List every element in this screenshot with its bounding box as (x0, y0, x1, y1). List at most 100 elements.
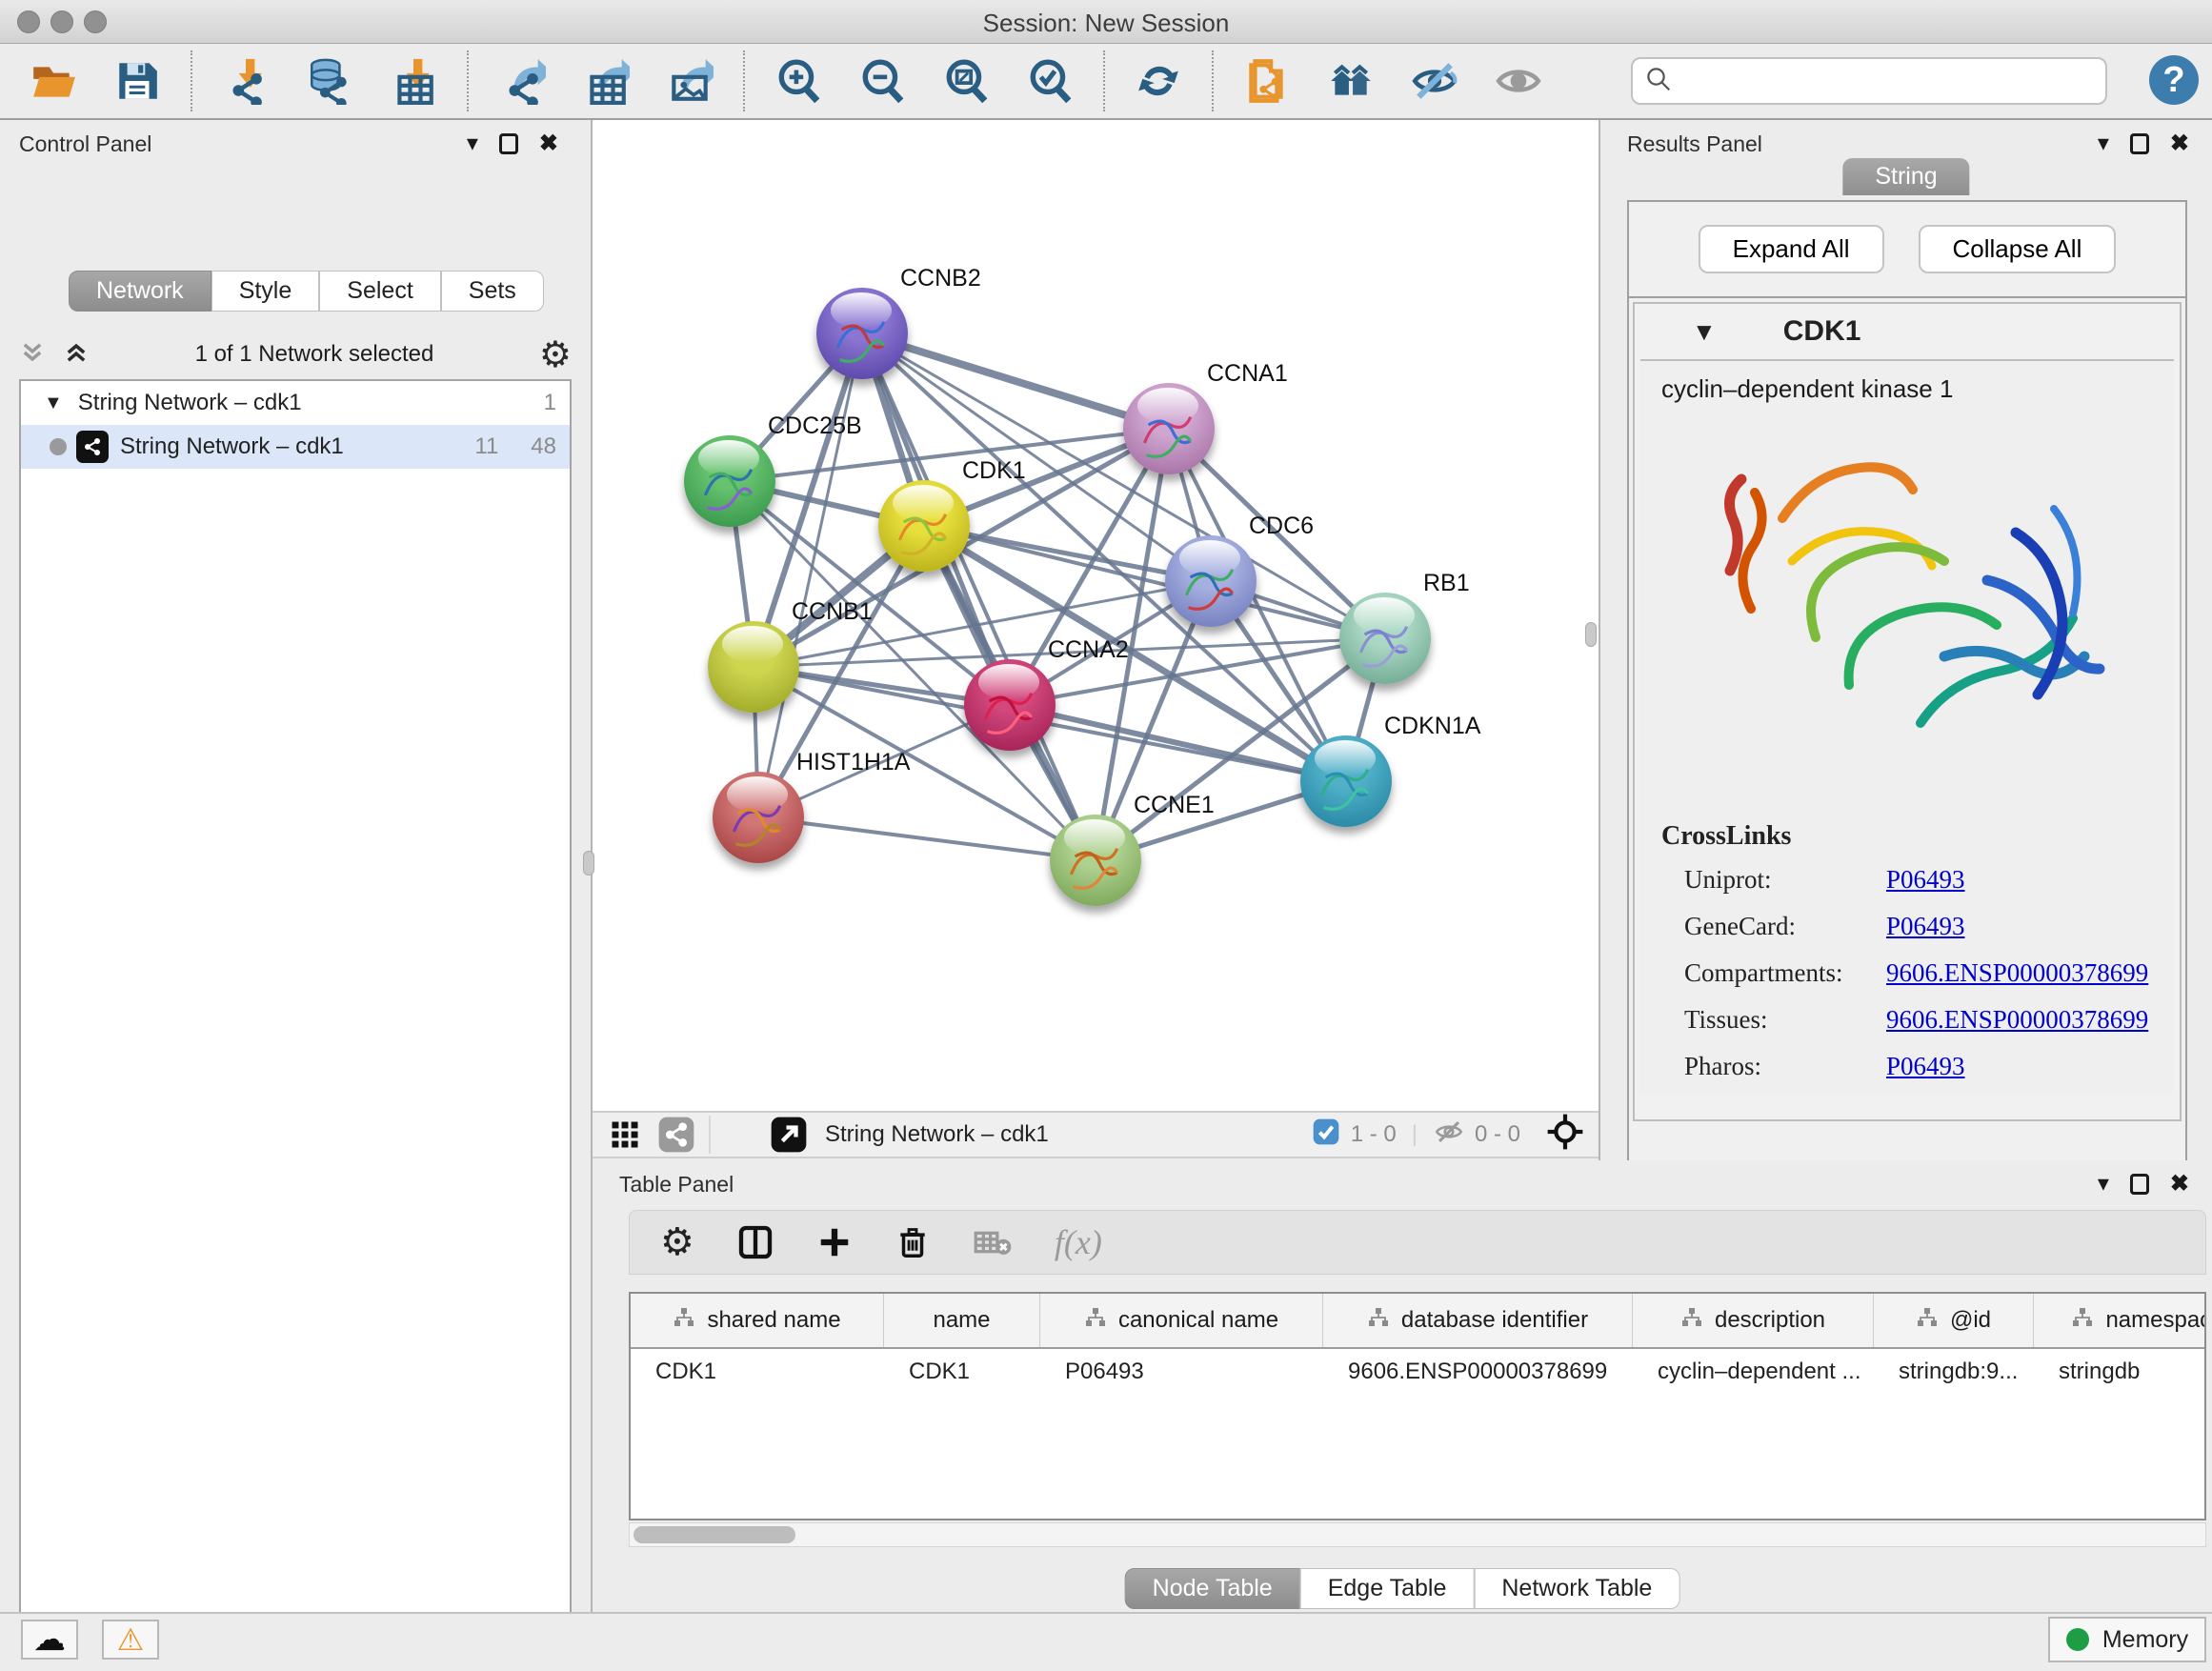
import-network-icon[interactable] (221, 56, 271, 106)
float-panel-icon[interactable] (499, 133, 518, 154)
memory-button[interactable]: Memory (2048, 1617, 2206, 1662)
crosslink-link[interactable]: P06493 (1886, 865, 1965, 895)
zoom-out-icon[interactable] (857, 56, 907, 106)
column-header-canonical-name[interactable]: canonical name (1040, 1294, 1323, 1347)
network-view-canvas[interactable]: CCNB2CCNA1CDC25BCDK1CDC6RB1CCNB1CCNA2CDK… (593, 120, 1599, 1111)
toolbar-group (192, 56, 467, 106)
tab-select[interactable]: Select (319, 271, 440, 312)
node-CCNB1[interactable] (708, 621, 799, 713)
panel-menu-icon[interactable]: ▾ (467, 130, 478, 157)
warnings-button[interactable]: ⚠ (102, 1620, 159, 1660)
refresh-icon[interactable] (1134, 56, 1183, 106)
column-type-icon (673, 1306, 695, 1336)
column-header-label: canonical name (1118, 1307, 1278, 1334)
crosslink-link[interactable]: P06493 (1886, 912, 1965, 941)
crosslink-label: Compartments: (1684, 958, 1886, 988)
table-menu-icon[interactable]: ▾ (2098, 1170, 2109, 1198)
selected-checkbox-icon[interactable] (1311, 1117, 1341, 1154)
close-panel-icon[interactable]: ✖ (539, 130, 558, 157)
node-attribute-table: shared namename canonical name database id… (629, 1292, 2206, 1520)
hide-selected-icon[interactable] (1410, 56, 1459, 106)
export-network-icon[interactable] (497, 56, 547, 106)
cloud-button[interactable]: ☁ (21, 1620, 78, 1660)
node-CCNA1[interactable] (1123, 383, 1215, 474)
table-row[interactable]: CDK1CDK1P064939606.ENSP00000378699cyclin… (631, 1349, 2204, 1395)
node-CDC25B[interactable] (684, 435, 775, 527)
table-options-gear-icon[interactable]: ⚙ (660, 1220, 694, 1264)
tab-edge-table[interactable]: Edge Table (1300, 1568, 1475, 1609)
import-database-icon[interactable] (305, 56, 354, 106)
results-float-icon[interactable] (2130, 133, 2149, 154)
tab-sets[interactable]: Sets (441, 271, 544, 312)
help-button[interactable]: ? (2149, 55, 2199, 105)
column-header-description[interactable]: description (1633, 1294, 1874, 1347)
network-options-gear-icon[interactable]: ⚙ (539, 333, 572, 376)
column-header-shared-name[interactable]: shared name (631, 1294, 884, 1347)
crosslink-link[interactable]: P06493 (1886, 1052, 1965, 1081)
scrollbar-thumb[interactable] (633, 1526, 795, 1543)
import-table-icon[interactable] (389, 56, 438, 106)
column-header-name[interactable]: name (884, 1294, 1040, 1347)
right-splitter-handle[interactable] (1585, 622, 1597, 647)
network-tree-row[interactable]: ▼String Network – cdk11 (21, 381, 570, 425)
node-CCNA2[interactable] (964, 659, 1056, 751)
node-CDC6[interactable] (1165, 535, 1257, 627)
network-tree-row[interactable]: String Network – cdk11148 (21, 425, 570, 469)
results-menu-icon[interactable]: ▾ (2098, 130, 2109, 157)
search-input[interactable] (1673, 68, 2082, 94)
column-type-icon (1367, 1306, 1390, 1336)
show-all-icon[interactable] (1494, 56, 1543, 106)
tab-node-table[interactable]: Node Table (1125, 1568, 1300, 1609)
export-table-icon[interactable] (581, 56, 631, 106)
tab-string[interactable]: String (1842, 158, 1969, 195)
tab-style[interactable]: Style (211, 271, 320, 312)
node-details-title: CDK1 (1783, 315, 1861, 348)
zoom-selected-icon[interactable] (1025, 56, 1075, 106)
zoom-in-icon[interactable] (774, 56, 823, 106)
crosslink-link[interactable]: 9606.ENSP00000378699 (1886, 958, 2148, 988)
collapse-node-details-icon[interactable]: ▼ (1692, 317, 1717, 347)
node-RB1[interactable] (1339, 593, 1431, 684)
delete-column-trash-icon[interactable] (895, 1224, 931, 1260)
function-builder-icon[interactable]: f(x) (1055, 1222, 1102, 1262)
collapse-collection-icon[interactable]: ▼ (44, 393, 63, 414)
toolbar-group (745, 56, 1103, 106)
collapse-all-networks-icon[interactable] (63, 339, 90, 371)
create-column-plus-icon[interactable] (816, 1224, 853, 1260)
table-horizontal-scrollbar[interactable] (629, 1522, 2206, 1547)
left-splitter-handle[interactable] (583, 851, 594, 876)
column-header--id[interactable]: @id (1874, 1294, 2034, 1347)
collapse-all-button[interactable]: Collapse All (1919, 225, 2117, 273)
open-folder-icon[interactable] (29, 56, 78, 106)
table-close-icon[interactable]: ✖ (2170, 1170, 2189, 1198)
node-CCNE1[interactable] (1050, 815, 1141, 906)
network-overview-share-icon[interactable] (657, 1116, 695, 1154)
copy-document-icon[interactable] (1242, 56, 1292, 106)
expand-all-button[interactable]: Expand All (1699, 225, 1884, 273)
search-box[interactable] (1631, 57, 2107, 105)
birds-eye-view-icon[interactable] (608, 1117, 642, 1152)
column-header-label: description (1715, 1307, 1825, 1334)
hidden-eye-slash-icon[interactable] (1433, 1116, 1465, 1155)
column-header-namespace[interactable]: namespace (2034, 1294, 2206, 1347)
table-float-icon[interactable] (2130, 1174, 2149, 1195)
crosslink-link[interactable]: 9606.ENSP00000378699 (1886, 1005, 2148, 1035)
node-HIST1H1A[interactable] (713, 772, 804, 863)
node-CDK1[interactable] (878, 480, 970, 572)
node-CDKN1A[interactable] (1300, 735, 1392, 827)
show-columns-icon[interactable] (736, 1223, 774, 1261)
tab-network[interactable]: Network (69, 271, 211, 312)
open-in-browser-icon[interactable] (770, 1116, 808, 1154)
expand-all-networks-icon[interactable] (19, 339, 46, 371)
zoom-fit-icon[interactable] (941, 56, 991, 106)
export-image-icon[interactable] (665, 56, 714, 106)
delete-table-icon[interactable] (973, 1222, 1013, 1262)
results-close-icon[interactable]: ✖ (2170, 130, 2189, 157)
fit-content-crosshair-icon[interactable] (1545, 1112, 1585, 1158)
tab-network-table[interactable]: Network Table (1474, 1568, 1679, 1609)
node-CCNB2[interactable] (816, 288, 908, 379)
column-header-database-identifier[interactable]: database identifier (1323, 1294, 1633, 1347)
save-icon[interactable] (112, 56, 162, 106)
toolbar-group (1214, 56, 1572, 106)
first-neighbors-icon[interactable] (1326, 56, 1376, 106)
